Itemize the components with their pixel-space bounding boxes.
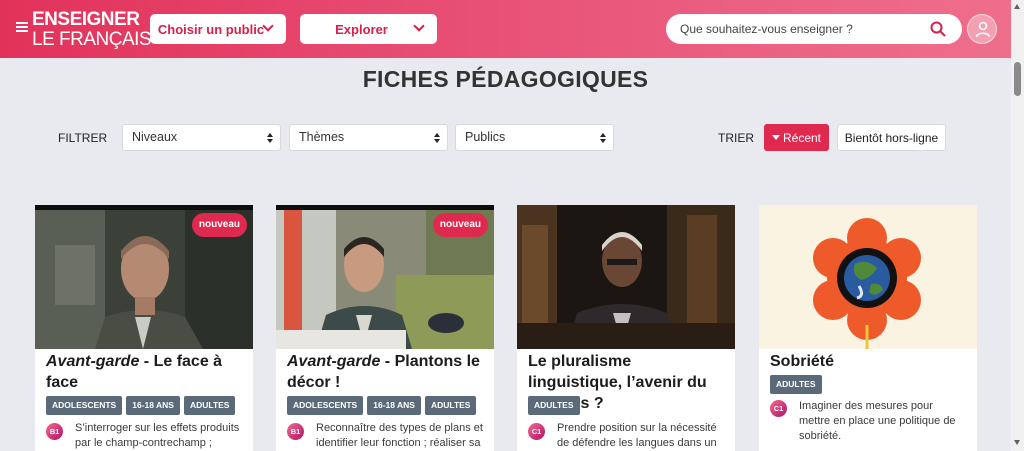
audience-tag[interactable]: 16-18 ANS: [367, 396, 421, 415]
levels-select[interactable]: Niveaux: [122, 124, 281, 151]
level-badge: B1: [287, 423, 304, 440]
user-account-button[interactable]: [967, 14, 997, 44]
page-scrollbar[interactable]: [1011, 0, 1024, 451]
audience-tag[interactable]: ADOLESCENTS: [287, 396, 364, 415]
user-icon: [975, 21, 991, 38]
levels-select-value: Niveaux: [132, 130, 178, 144]
sort-offline-label: Bientôt hors-ligne: [844, 130, 939, 145]
logo-line2: LE FRANÇAIS: [32, 29, 152, 50]
select-arrows-icon: [267, 133, 273, 143]
audience-tag[interactable]: ADULTES: [424, 396, 477, 415]
resource-card[interactable]: nouveau Avant-garde - Plantons le décor …: [276, 205, 494, 451]
sort-down-icon: [771, 135, 780, 140]
card-description: Imaginer des mesures pour mettre en plac…: [799, 400, 956, 442]
audience-tag[interactable]: ADULTES: [183, 396, 236, 415]
site-header: ENSEIGNER LE FRANÇAIS Choisir un public …: [0, 0, 1011, 58]
new-badge: nouveau: [191, 213, 247, 237]
scroll-down-icon[interactable]: [1014, 440, 1020, 445]
audience-tags: ADOLESCENTS 16-18 ANS ADULTES: [46, 396, 236, 415]
publics-select[interactable]: Publics: [455, 124, 614, 151]
scroll-up-icon[interactable]: [1014, 4, 1020, 9]
card-description: Reconnaître des types de plans et identi…: [316, 422, 483, 449]
menu-icon[interactable]: [16, 22, 28, 32]
level-badge: C1: [770, 400, 787, 417]
resource-card[interactable]: Sobriété ADULTES C1 Imaginer des mesures…: [759, 205, 977, 451]
logo-line1: ENSEIGNER: [32, 9, 140, 30]
resource-card[interactable]: nouveau Avant-garde - Le face à face ADO…: [35, 205, 253, 451]
search-bar: [666, 14, 962, 44]
resource-card[interactable]: Le pluralisme linguistique, l’avenir du …: [517, 205, 735, 451]
card-title[interactable]: Avant-garde - Le face à face: [46, 351, 246, 393]
scrollbar-thumb[interactable]: [1014, 62, 1021, 96]
card-image: [517, 205, 735, 349]
level-badge: B1: [46, 423, 63, 440]
audience-tags: ADULTES: [528, 396, 580, 415]
new-badge: nouveau: [432, 213, 488, 237]
card-image: nouveau: [276, 205, 494, 349]
explore-label: Explorer: [335, 21, 388, 37]
publics-select-value: Publics: [465, 130, 506, 144]
audience-tag[interactable]: ADULTES: [770, 375, 822, 394]
explore-button[interactable]: Explorer: [300, 14, 437, 44]
card-description: S’interroger sur les effets produits par…: [75, 422, 240, 449]
search-input[interactable]: [680, 20, 920, 38]
sort-offline-button[interactable]: Bientôt hors-ligne: [837, 124, 946, 151]
select-arrows-icon: [434, 133, 440, 143]
card-image: [759, 205, 977, 349]
sort-recent-button[interactable]: Récent: [764, 124, 829, 151]
choose-public-button[interactable]: Choisir un public: [150, 14, 286, 44]
card-title[interactable]: Sobriété: [770, 351, 970, 372]
level-badge: C1: [528, 423, 545, 440]
card-title[interactable]: Avant-garde - Plantons le décor !: [287, 351, 487, 393]
card-title-rest: Sobriété: [770, 353, 835, 370]
select-arrows-icon: [600, 133, 606, 143]
site-logo[interactable]: ENSEIGNER LE FRANÇAIS: [32, 9, 152, 50]
sort-label: TRIER: [718, 131, 754, 145]
card-title-italic: Avant-garde: [287, 353, 381, 370]
themes-select-value: Thèmes: [299, 130, 345, 144]
filter-label: FILTRER: [58, 131, 108, 145]
audience-tag[interactable]: 16-18 ANS: [126, 396, 180, 415]
audience-tag[interactable]: ADULTES: [528, 396, 580, 415]
chevron-down-icon: [413, 20, 425, 32]
themes-select[interactable]: Thèmes: [289, 124, 448, 151]
audience-tags: ADULTES: [770, 375, 822, 394]
choose-public-label: Choisir un public: [157, 21, 265, 37]
sort-recent-label: Récent: [782, 130, 822, 145]
search-icon[interactable]: [930, 21, 946, 37]
card-image: nouveau: [35, 205, 253, 349]
audience-tags: ADOLESCENTS 16-18 ANS ADULTES: [287, 396, 477, 415]
audience-tag[interactable]: ADOLESCENTS: [46, 396, 123, 415]
card-description: Prendre position sur la nécessité de déf…: [557, 422, 717, 449]
card-title-italic: Avant-garde: [46, 353, 140, 370]
page-title: FICHES PÉDAGOGIQUES: [362, 66, 649, 92]
